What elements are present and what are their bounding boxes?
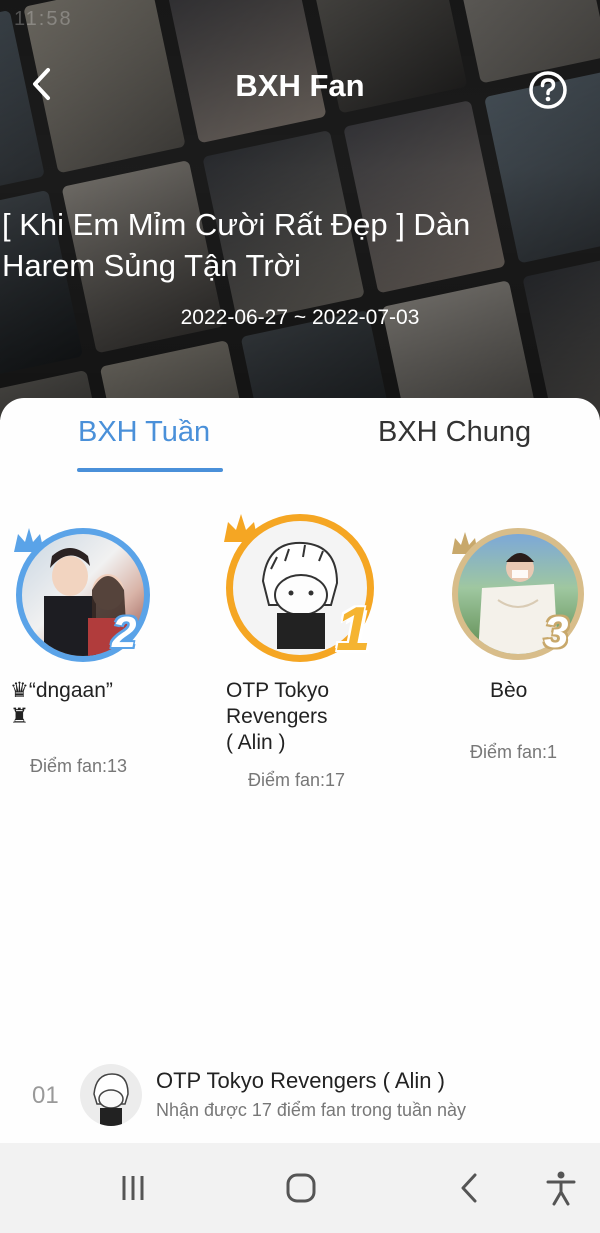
- system-navbar: [0, 1143, 600, 1233]
- podium-name: Bèo: [490, 679, 528, 702]
- podium-name: ♛“dngaan” ♜: [10, 679, 113, 728]
- podium-score: Điểm fan:17: [248, 770, 346, 790]
- recent-apps-icon: [122, 1176, 144, 1200]
- status-time: 11:58: [14, 8, 73, 30]
- row-rank: 01: [32, 1082, 59, 1109]
- recent-apps-button[interactable]: [108, 1165, 158, 1211]
- date-range: 2022-06-27 ~ 2022-07-03: [180, 306, 420, 329]
- page-title: BXH Fan: [235, 68, 365, 103]
- tab-overall-ranking[interactable]: BXH Chung: [378, 416, 531, 449]
- story-title: [ Khi Em Mỉm Cười Rất Đẹp ] Dàn Harem Sủ…: [2, 207, 471, 283]
- question-circle-icon: [529, 71, 567, 109]
- accessibility-icon: [546, 1171, 576, 1206]
- ranking-row[interactable]: 01 OTP Tokyo Revengers ( Alin ) Nhận đượ…: [0, 1058, 600, 1134]
- avatar-image: [93, 1073, 129, 1126]
- active-tab-indicator: [77, 468, 223, 472]
- avatar: [80, 1064, 142, 1126]
- rank-badge: 2: [112, 608, 137, 657]
- help-button[interactable]: [528, 70, 568, 110]
- home-icon: [286, 1173, 316, 1203]
- rank-badge: 1: [336, 595, 371, 664]
- rank-badge: 3: [544, 608, 569, 657]
- hero-banner: 11:58 BXH Fan [ Khi Em Mỉm Cười Rất Đẹp …: [0, 0, 600, 420]
- nav-back-button[interactable]: [444, 1165, 494, 1211]
- tab-weekly-ranking[interactable]: BXH Tuần: [78, 416, 210, 449]
- row-name: OTP Tokyo Revengers ( Alin ): [156, 1068, 445, 1093]
- accessibility-button[interactable]: [536, 1165, 586, 1211]
- podium-score: Điểm fan:13: [30, 756, 128, 776]
- podium-score: Điểm fan:1: [470, 742, 558, 762]
- ranking-sheet: BXH Tuần BXH Chung 2 ♛“dngaan” ♜ Điểm fa…: [0, 398, 600, 1143]
- home-button[interactable]: [276, 1165, 326, 1211]
- podium-name: OTP Tokyo Revengers ( Alin ): [226, 679, 330, 754]
- row-subtitle: Nhận được 17 điểm fan trong tuần này: [156, 1100, 467, 1120]
- back-icon: [461, 1173, 477, 1203]
